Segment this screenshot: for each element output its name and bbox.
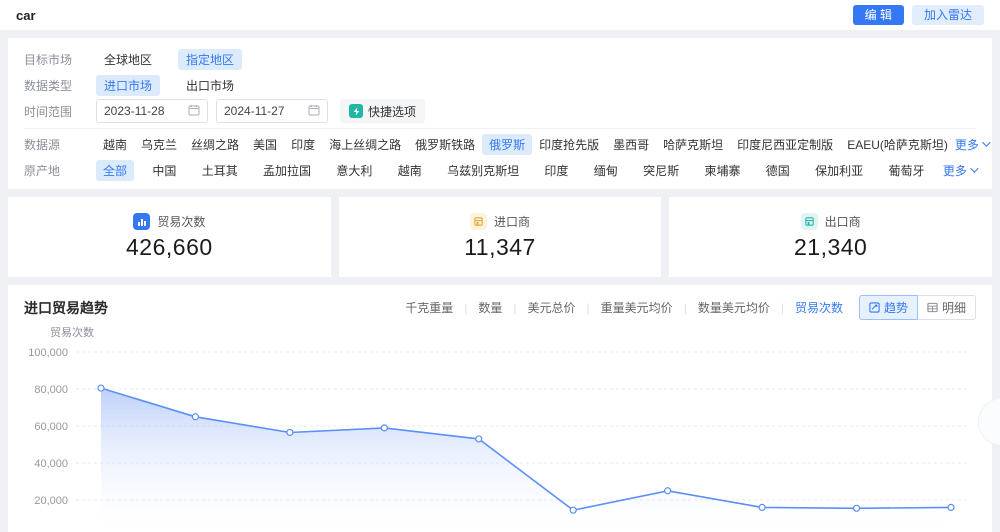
origin-more-link[interactable]: 更多 — [943, 162, 979, 179]
date-range-label: 时间范围 — [24, 104, 73, 119]
origin-item[interactable]: 乌兹别克斯坦 — [440, 160, 526, 181]
option-specified-region[interactable]: 指定地区 — [178, 48, 243, 70]
importer-card: 进口商 11,347 — [338, 197, 662, 277]
filter-divider — [24, 128, 976, 129]
trend-view-button[interactable]: 趋势 — [858, 295, 918, 320]
detail-view-button[interactable]: 明细 — [917, 295, 976, 320]
origin-item[interactable]: 越南 — [391, 160, 429, 181]
tab-usd-total[interactable]: 美元总价 — [526, 299, 578, 316]
importer-label: 进口商 — [494, 215, 531, 229]
end-date-value: 2024-11-27 — [224, 104, 285, 118]
data-type-label: 数据类型 — [24, 78, 73, 93]
origin-item[interactable]: 印度 — [537, 160, 575, 181]
bar-chart-icon — [133, 213, 151, 230]
origin-item[interactable]: 意大利 — [329, 160, 379, 181]
quick-options-icon — [349, 104, 363, 118]
tab-quantity[interactable]: 数量 — [476, 299, 504, 316]
trade-count-value: 426,660 — [126, 234, 213, 260]
trend-title: 进口贸易趋势 — [24, 299, 108, 316]
origin-item[interactable]: 保加利亚 — [808, 160, 870, 181]
exporter-icon — [800, 213, 818, 230]
origin-item[interactable]: 土耳其 — [195, 160, 245, 181]
svg-text:40,000: 40,000 — [34, 458, 68, 470]
page-title: car — [16, 7, 36, 23]
quick-options-label: 快捷选项 — [368, 104, 417, 119]
svg-text:20,000: 20,000 — [34, 495, 68, 507]
source-item[interactable]: 美国 — [246, 134, 284, 155]
importer-value: 11,347 — [464, 234, 536, 260]
source-item[interactable]: 哈萨克斯坦 — [656, 134, 730, 155]
source-item[interactable]: 丝绸之路 — [184, 134, 246, 155]
trend-view-icon — [869, 302, 880, 313]
metric-tabs: 千克重量 | 数量 | 美元总价 | 重量美元均价 | 数量美元均价 | 贸易次数 趋势 … — [403, 295, 976, 320]
option-import-market[interactable]: 进口市场 — [96, 74, 161, 96]
chevron-down-icon — [982, 138, 991, 147]
source-item[interactable]: EAEU(哈萨克斯坦) — [840, 134, 955, 155]
source-item[interactable]: 印度抢先版 — [532, 134, 606, 155]
start-date-value: 2023-11-28 — [104, 104, 165, 118]
trend-chart[interactable]: 020,00040,00060,00080,000100,000贸易次数2023… — [24, 324, 976, 532]
trade-count-label: 贸易次数 — [157, 215, 206, 229]
tab-kg-weight[interactable]: 千克重量 — [403, 299, 455, 316]
chevron-down-icon — [969, 164, 979, 173]
tab-usd-per-quantity[interactable]: 数量美元均价 — [696, 299, 772, 316]
option-export-market[interactable]: 出口市场 — [178, 75, 242, 96]
top-bar: car 编 辑 加入雷达 — [0, 0, 1000, 30]
start-date-input[interactable]: 2023-11-28 — [96, 99, 208, 123]
data-type-row: 数据类型 进口市场 出口市场 — [24, 72, 976, 98]
target-market-label: 目标市场 — [24, 52, 73, 67]
exporter-value: 21,340 — [794, 234, 868, 260]
filter-panel: 目标市场 全球地区 指定地区 数据类型 进口市场 出口市场 时间范围 2023-… — [8, 38, 992, 189]
detail-view-icon — [927, 302, 938, 313]
origin-item[interactable]: 中国 — [145, 160, 183, 181]
stat-cards: 贸易次数 426,660 进口商 11,347 出口商 21,340 — [8, 197, 993, 277]
origin-item[interactable]: 葡萄牙 — [881, 160, 931, 181]
source-item[interactable]: 乌克兰 — [134, 134, 184, 155]
target-market-row: 目标市场 全球地区 指定地区 — [24, 46, 976, 72]
exporter-label: 出口商 — [824, 215, 861, 229]
svg-text:60,000: 60,000 — [34, 421, 68, 433]
svg-text:贸易次数: 贸易次数 — [50, 325, 94, 339]
origin-item[interactable]: 柬埔寨 — [697, 160, 747, 181]
importer-icon — [470, 213, 487, 230]
trend-panel: 进口贸易趋势 千克重量 | 数量 | 美元总价 | 重量美元均价 | 数量美元均价 | 贸… — [8, 285, 992, 532]
data-source-row: 数据源 越南 乌克兰 丝绸之路 美国 印度 海上丝绸之路 俄罗斯铁路 俄罗斯 印… — [24, 131, 991, 157]
origin-item[interactable]: 孟加拉国 — [256, 160, 318, 181]
origin-item-selected[interactable]: 全部 — [96, 159, 135, 181]
tab-trade-count[interactable]: 贸易次数 — [793, 299, 845, 316]
source-item[interactable]: 印度 — [284, 134, 322, 155]
data-source-label: 数据源 — [24, 137, 61, 152]
calendar-icon — [308, 104, 320, 119]
source-item-selected[interactable]: 俄罗斯 — [482, 133, 533, 155]
exporter-card: 出口商 21,340 — [669, 197, 993, 277]
source-item[interactable]: 墨西哥 — [606, 134, 656, 155]
edit-button[interactable]: 编 辑 — [852, 5, 904, 25]
calendar-icon — [188, 104, 200, 119]
source-more-link[interactable]: 更多 — [955, 136, 991, 153]
add-to-radar-button[interactable]: 加入雷达 — [911, 5, 984, 25]
tab-usd-per-weight[interactable]: 重量美元均价 — [599, 299, 675, 316]
source-item[interactable]: 越南 — [96, 134, 134, 155]
origin-row: 原产地 全部 中国 土耳其 孟加拉国 意大利 越南 乌兹别克斯坦 印度 缅甸 突… — [24, 157, 979, 183]
svg-text:100,000: 100,000 — [28, 347, 68, 359]
trade-count-card: 贸易次数 426,660 — [8, 197, 331, 277]
origin-item[interactable]: 缅甸 — [587, 160, 625, 181]
date-range-row: 时间范围 2023-11-28 2024-11-27 快捷选项 — [24, 98, 976, 124]
origin-item[interactable]: 德国 — [759, 160, 797, 181]
origin-item[interactable]: 突尼斯 — [636, 160, 686, 181]
svg-text:80,000: 80,000 — [34, 384, 68, 396]
source-item[interactable]: 海上丝绸之路 — [322, 134, 408, 155]
option-global-region[interactable]: 全球地区 — [96, 49, 160, 70]
source-item[interactable]: 印度尼西亚定制版 — [730, 134, 840, 155]
end-date-input[interactable]: 2024-11-27 — [216, 99, 328, 123]
view-toggle: 趋势 明细 — [858, 295, 976, 320]
quick-options-button[interactable]: 快捷选项 — [340, 99, 426, 123]
source-item[interactable]: 俄罗斯铁路 — [408, 134, 482, 155]
origin-label: 原产地 — [24, 163, 61, 178]
